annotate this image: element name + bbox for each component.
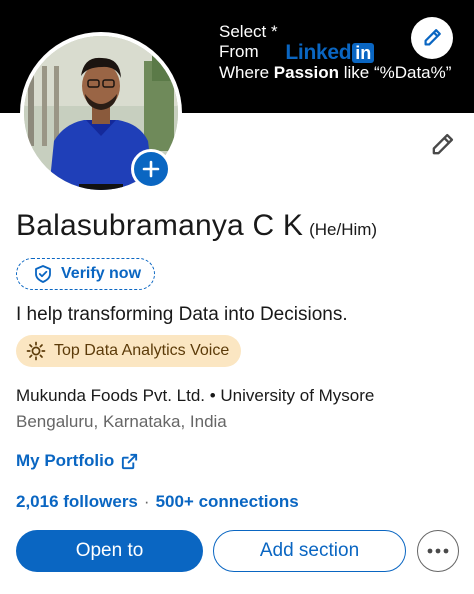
banner-line-3-bold: Passion <box>273 62 339 82</box>
name-row: Balasubramanya C K (He/Him) <box>16 209 377 243</box>
stats-separator: · <box>143 492 150 511</box>
profile-headline: I help transforming Data into Decisions. <box>16 304 348 325</box>
open-to-button[interactable]: Open to <box>16 530 203 572</box>
verify-label: Verify now <box>61 265 142 282</box>
shield-check-icon <box>33 264 53 284</box>
portfolio-label: My Portfolio <box>16 451 115 470</box>
more-button[interactable] <box>417 530 459 572</box>
pencil-icon <box>421 27 443 49</box>
banner-line-3: Where Passion like “%Data%” <box>219 63 451 83</box>
add-photo-button[interactable] <box>131 149 171 189</box>
sun-icon <box>26 341 46 361</box>
network-stats: 2,016 followers · 500+ connections <box>16 492 299 512</box>
linkedin-logo: Linked in <box>285 40 375 64</box>
linkedin-logo-box: in <box>352 42 375 63</box>
add-section-button[interactable]: Add section <box>213 530 406 572</box>
plus-icon <box>142 160 160 178</box>
edit-profile-button[interactable] <box>425 128 459 162</box>
more-dots-icon <box>427 548 449 554</box>
banner-line-3-suffix: like “%Data%” <box>339 62 452 82</box>
top-voice-label: Top Data Analytics Voice <box>54 342 230 359</box>
linkedin-logo-text: Linked <box>285 40 352 64</box>
banner-line-3-prefix: Where <box>219 62 274 82</box>
organization[interactable]: Mukunda Foods Pvt. Ltd. • University of … <box>16 386 374 406</box>
verify-now-button[interactable]: Verify now <box>16 258 156 290</box>
pencil-icon <box>428 131 456 159</box>
portfolio-link[interactable]: My Portfolio <box>16 451 139 471</box>
profile-name: Balasubramanya C K <box>16 209 304 242</box>
external-link-icon <box>120 452 139 471</box>
edit-banner-button[interactable] <box>411 17 453 59</box>
pronouns: (He/Him) <box>309 220 378 239</box>
followers-link[interactable]: 2,016 followers <box>16 492 138 511</box>
banner-from-label: From <box>219 42 259 61</box>
top-voice-badge[interactable]: Top Data Analytics Voice <box>16 335 242 367</box>
location: Bengaluru, Karnataka, India <box>16 412 227 431</box>
connections-link[interactable]: 500+ connections <box>156 492 299 511</box>
